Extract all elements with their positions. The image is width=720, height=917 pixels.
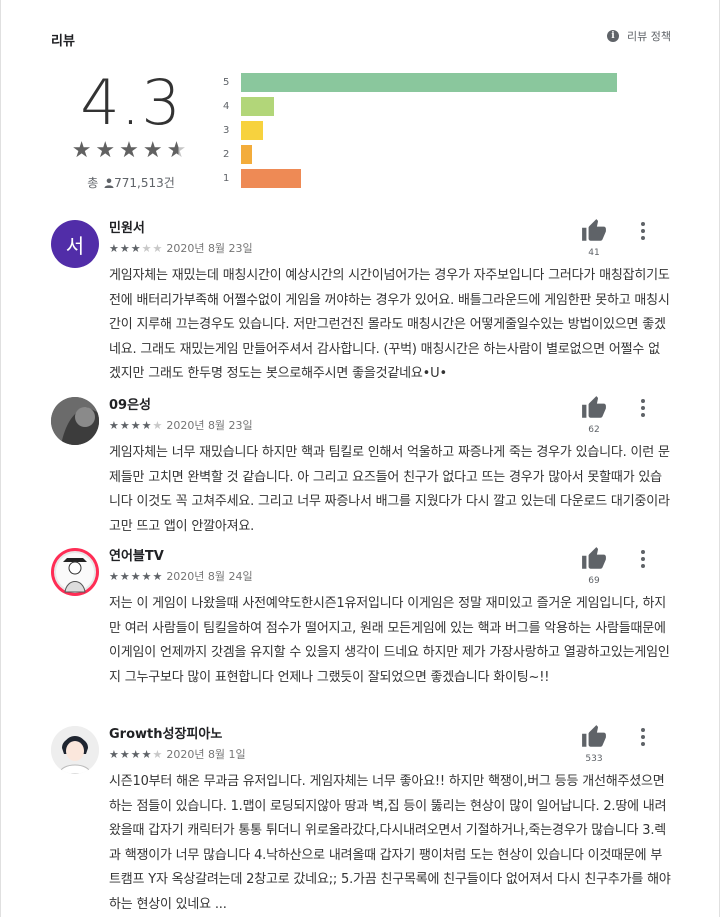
review-text: 시즌10부터 해온 무과금 유저입니다. 게임자체는 너무 좋아요!! 하지만 … (109, 774, 671, 912)
rating-bar-row: 1 (223, 166, 617, 190)
empty-stars-icon: ★ (152, 418, 164, 432)
rating-bar-label: 2 (223, 148, 230, 160)
review-policy-link[interactable]: i 리뷰 정책 (607, 28, 671, 44)
rating-bar-label: 4 (223, 100, 230, 112)
total-prefix: 총 (87, 176, 99, 190)
total-reviews: 총 771,513건 (61, 174, 201, 191)
review-date: 2020년 8월 23일 (166, 419, 253, 432)
rating-summary: 4.3 ★★★★★ 총 771,513건 (61, 72, 201, 191)
review-rating: ★★★★★2020년 8월 23일 (109, 240, 253, 256)
thumbs-up-icon[interactable] (581, 395, 607, 421)
review-policy-label: 리뷰 정책 (627, 30, 671, 43)
reviewer-avatar (51, 726, 99, 774)
rating-distribution: 5 4 3 2 1 (223, 70, 617, 190)
info-icon: i (607, 30, 620, 42)
helpful-count: 533 (585, 754, 603, 764)
helpful-count: 69 (588, 576, 600, 586)
review-text: 저는 이 게임이 나왔을때 사전예약도한시즌1유저입니다 이게임은 정말 재미있… (109, 596, 670, 685)
review-text: 게임자체는 재밌는데 매칭시간이 예상시간의 시간이넘어가는 경우가 자주보입니… (109, 268, 670, 381)
filled-stars-icon: ★★★★ (109, 418, 153, 432)
total-count: 771,513건 (114, 176, 175, 190)
more-options-icon[interactable] (637, 548, 649, 570)
rating-bar-row: 3 (223, 118, 617, 142)
empty-stars-icon: ★ (152, 747, 164, 761)
rating-bar-fill (241, 96, 274, 116)
review-date: 2020년 8월 24일 (166, 570, 253, 583)
review-panel: 리뷰 i 리뷰 정책 4.3 ★★★★★ 총 771,513건 54321 서민… (0, 0, 720, 917)
rating-bar-label: 1 (223, 172, 230, 184)
rating-bar-row: 5 (223, 70, 617, 94)
helpful-count: 41 (588, 248, 600, 258)
rating-bar-row: 2 (223, 142, 617, 166)
review-text: 게임자체는 너무 재밌습니다 하지만 핵과 팀킬로 인해서 억울하고 짜증나게 … (109, 445, 670, 534)
half-star-icon: ★ (166, 138, 191, 163)
reviewer-name: 민원서 (109, 221, 145, 236)
reviewer-name: Growth성장피아노 (109, 727, 223, 742)
rating-bar-fill (241, 144, 252, 164)
rating-bar-row: 4 (223, 94, 617, 118)
reviewer-avatar (51, 397, 99, 445)
full-stars-icon: ★★★★ (71, 138, 167, 163)
review-date: 2020년 8월 23일 (166, 242, 253, 255)
filled-stars-icon: ★★★★★ (109, 569, 164, 583)
rating-bar-label: 5 (223, 76, 230, 88)
empty-stars-icon: ★★ (141, 241, 164, 255)
rating-bar-fill (241, 72, 617, 92)
rating-bar-fill (241, 168, 301, 188)
section-title: 리뷰 (51, 34, 75, 49)
thumbs-up-icon[interactable] (581, 546, 607, 572)
more-options-icon[interactable] (637, 220, 649, 242)
thumbs-up-icon[interactable] (581, 724, 607, 750)
review-date: 2020년 8월 1일 (166, 748, 246, 761)
person-icon (104, 178, 114, 188)
average-score: 4.3 (80, 66, 182, 139)
reviewer-name: 연어블TV (109, 549, 164, 564)
reviewer-name: 09은성 (109, 398, 152, 413)
reviewer-avatar: 서 (51, 220, 99, 268)
reviewer-avatar (51, 548, 99, 596)
helpful-count: 62 (588, 425, 600, 435)
thumbs-up-icon[interactable] (581, 218, 607, 244)
filled-stars-icon: ★★★★ (109, 747, 153, 761)
filled-stars-icon: ★★★ (109, 241, 142, 255)
rating-bar-label: 3 (223, 124, 230, 136)
more-options-icon[interactable] (637, 726, 649, 748)
more-options-icon[interactable] (637, 397, 649, 419)
rating-bar-fill (241, 120, 263, 140)
review-rating: ★★★★★ 2020년 8월 24일 (109, 568, 253, 584)
review-rating: ★★★★★2020년 8월 23일 (109, 417, 253, 433)
review-rating: ★★★★ ★ 2020년 8월 1일 (109, 746, 246, 762)
average-stars: ★★★★★ (61, 140, 201, 162)
